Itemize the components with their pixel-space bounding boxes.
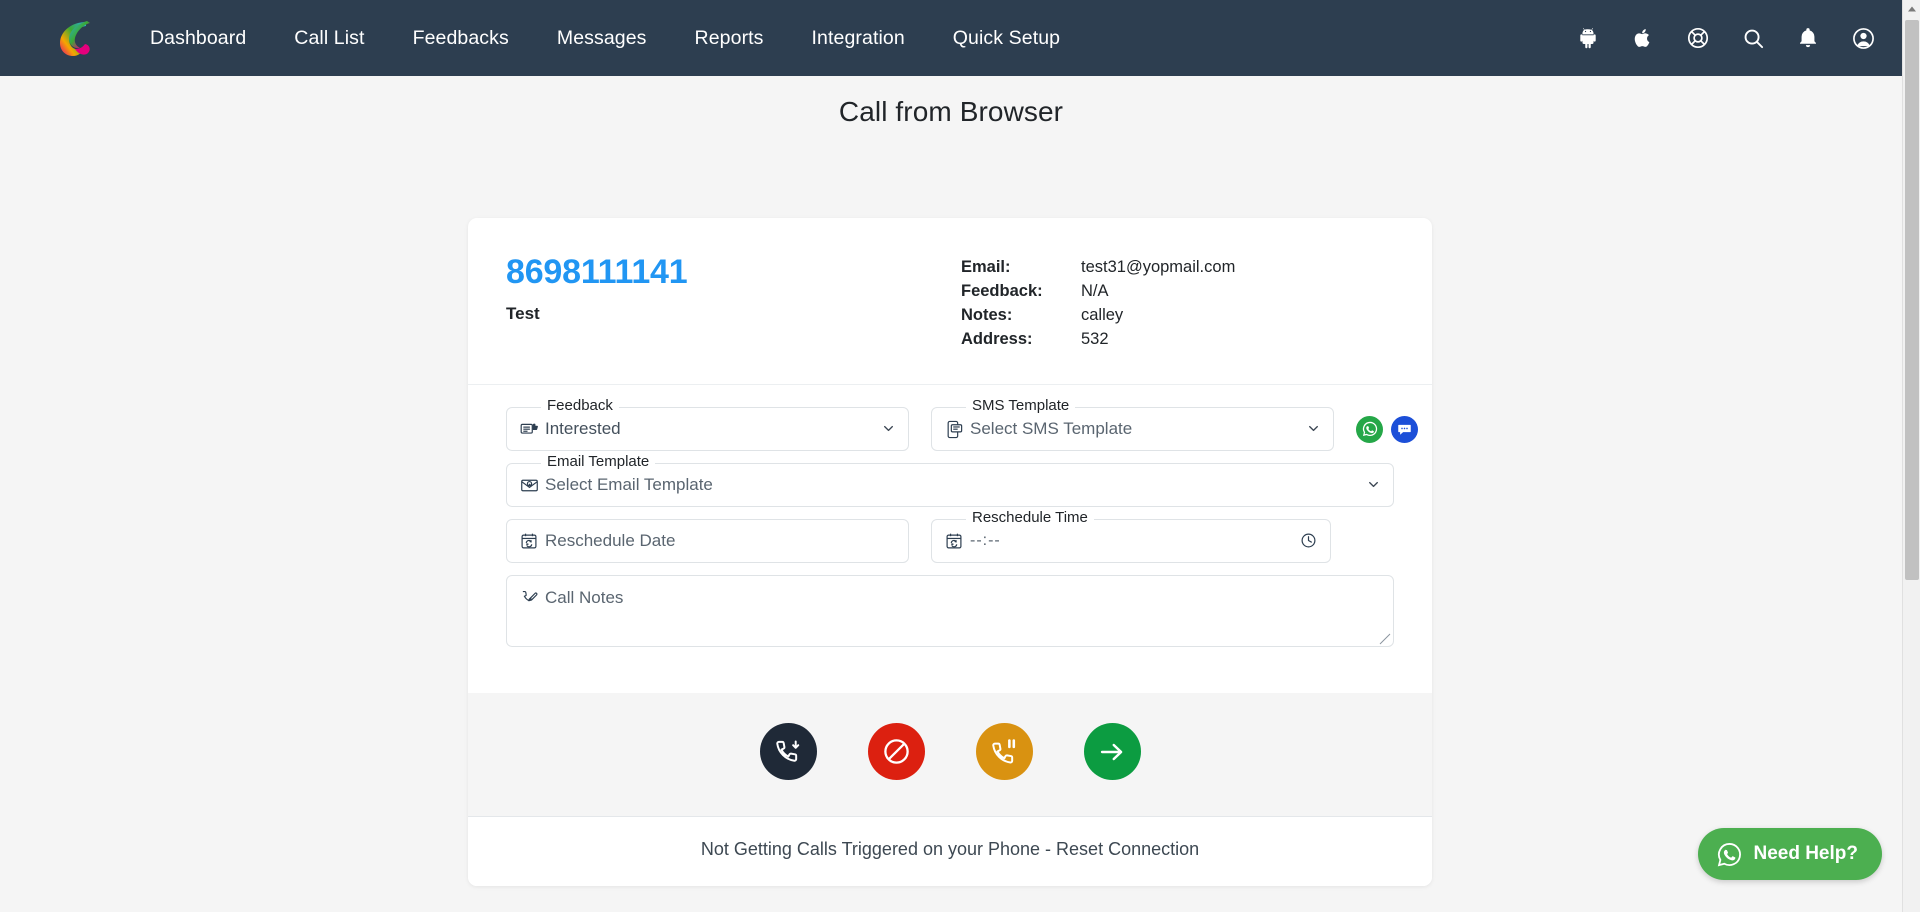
nav-link-call-list[interactable]: Call List xyxy=(270,19,388,58)
call-form: Feedback Interested SMS Template Select … xyxy=(468,385,1432,693)
nav-link-messages[interactable]: Messages xyxy=(533,19,671,58)
call-notes-placeholder: Call Notes xyxy=(545,588,624,607)
search-icon[interactable] xyxy=(1740,25,1766,51)
android-icon[interactable] xyxy=(1575,25,1601,51)
nav-link-integration[interactable]: Integration xyxy=(788,19,929,58)
chevron-down-icon xyxy=(1367,478,1381,492)
whatsapp-icon xyxy=(1716,841,1743,868)
nav-link-quick-setup[interactable]: Quick Setup xyxy=(929,19,1084,58)
detail-row-address: Address: 532 xyxy=(961,330,1394,349)
email-template-legend: Email Template xyxy=(541,454,656,469)
contact-phone-number: 8698111141 xyxy=(506,253,688,291)
detail-label: Notes: xyxy=(961,306,1013,324)
phone-edit-icon xyxy=(519,588,539,608)
textarea-resize-handle[interactable] xyxy=(1379,632,1391,645)
need-help-widget[interactable]: Need Help? xyxy=(1698,828,1882,880)
detail-value: 532 xyxy=(1081,330,1109,348)
mobile-message-icon xyxy=(944,419,964,439)
top-navbar: Dashboard Call List Feedbacks Messages R… xyxy=(0,0,1920,76)
email-envelope-icon xyxy=(519,475,539,495)
form-row-2: Email Template Select Email Template xyxy=(506,454,1394,507)
user-account-icon[interactable] xyxy=(1850,25,1876,51)
nav-links: Dashboard Call List Feedbacks Messages R… xyxy=(126,19,1084,58)
contact-header: 8698111141 Test Email: test31@yopmail.co… xyxy=(468,218,1432,385)
detail-row-feedback: Feedback: N/A xyxy=(961,282,1394,301)
whatsapp-send-button[interactable] xyxy=(1356,415,1383,443)
detail-value: N/A xyxy=(1081,282,1109,300)
call-card: 8698111141 Test Email: test31@yopmail.co… xyxy=(468,218,1432,886)
page-title: Call from Browser xyxy=(838,96,1064,127)
sms-template-select[interactable]: SMS Template Select SMS Template xyxy=(931,398,1334,451)
page-content: Call from Browser 8698111141 Test Email:… xyxy=(0,76,1902,912)
sms-template-value: Select SMS Template xyxy=(970,419,1133,438)
detail-row-email: Email: test31@yopmail.com xyxy=(961,258,1394,277)
form-row-4: Call Notes xyxy=(506,575,1394,647)
reset-connection-link[interactable]: Not Getting Calls Triggered on your Phon… xyxy=(701,839,1199,859)
page-scrollbar[interactable] xyxy=(1902,0,1920,912)
detail-label: Address: xyxy=(961,330,1033,348)
detail-value: calley xyxy=(1081,306,1124,324)
sms-template-legend: SMS Template xyxy=(966,398,1076,413)
feedback-comment-icon xyxy=(519,419,539,439)
calley-logo[interactable] xyxy=(54,15,100,61)
scrollbar-thumb[interactable] xyxy=(1905,20,1919,580)
feedback-select[interactable]: Feedback Interested xyxy=(506,398,909,451)
chevron-down-icon xyxy=(882,422,896,436)
apple-icon[interactable] xyxy=(1630,25,1656,51)
lifebuoy-support-icon[interactable] xyxy=(1685,25,1711,51)
detail-row-notes: Notes: calley xyxy=(961,306,1394,325)
nav-link-reports[interactable]: Reports xyxy=(671,19,788,58)
detail-label: Email: xyxy=(961,258,1011,276)
form-row-3: Reschedule Date Reschedule Time --:-- xyxy=(506,510,1394,563)
bell-notification-icon[interactable] xyxy=(1795,25,1821,51)
email-template-select[interactable]: Email Template Select Email Template xyxy=(506,454,1394,507)
reschedule-date-input[interactable]: Reschedule Date xyxy=(506,519,909,563)
contact-identity: 8698111141 Test xyxy=(506,253,961,354)
detail-value: test31@yopmail.com xyxy=(1081,258,1236,276)
clock-icon[interactable] xyxy=(1300,532,1318,550)
feedback-value: Interested xyxy=(545,419,621,438)
feedback-legend: Feedback xyxy=(541,398,619,413)
nav-link-feedbacks[interactable]: Feedbacks xyxy=(389,19,533,58)
nav-link-dashboard[interactable]: Dashboard xyxy=(126,19,270,58)
call-action-buttons xyxy=(468,693,1432,816)
calendar-refresh-icon xyxy=(944,531,964,551)
hold-call-button[interactable] xyxy=(975,723,1033,780)
next-call-button[interactable] xyxy=(1083,723,1141,780)
call-notes-textarea[interactable]: Call Notes xyxy=(506,575,1394,647)
reject-call-button[interactable] xyxy=(867,723,925,780)
contact-name: Test xyxy=(506,304,540,324)
form-row-1: Feedback Interested SMS Template Select … xyxy=(506,398,1418,451)
reschedule-date-placeholder: Reschedule Date xyxy=(545,531,676,550)
email-template-value: Select Email Template xyxy=(545,475,713,494)
message-send-buttons xyxy=(1356,407,1418,451)
calendar-refresh-icon xyxy=(519,531,539,551)
sms-send-button[interactable] xyxy=(1391,415,1418,443)
navbar-actions xyxy=(1575,0,1876,76)
need-help-label: Need Help? xyxy=(1753,843,1858,864)
reschedule-time-input[interactable]: Reschedule Time --:-- xyxy=(931,510,1331,563)
detail-label: Feedback: xyxy=(961,282,1043,300)
card-footer: Not Getting Calls Triggered on your Phon… xyxy=(468,816,1432,886)
reschedule-time-value: --:-- xyxy=(970,532,1001,549)
chevron-down-icon xyxy=(1307,422,1321,436)
contact-details: Email: test31@yopmail.com Feedback: N/A … xyxy=(961,254,1394,354)
scroll-up-arrow-icon[interactable] xyxy=(1903,0,1920,18)
answer-call-button[interactable] xyxy=(759,723,817,780)
reschedule-time-legend: Reschedule Time xyxy=(966,510,1094,525)
